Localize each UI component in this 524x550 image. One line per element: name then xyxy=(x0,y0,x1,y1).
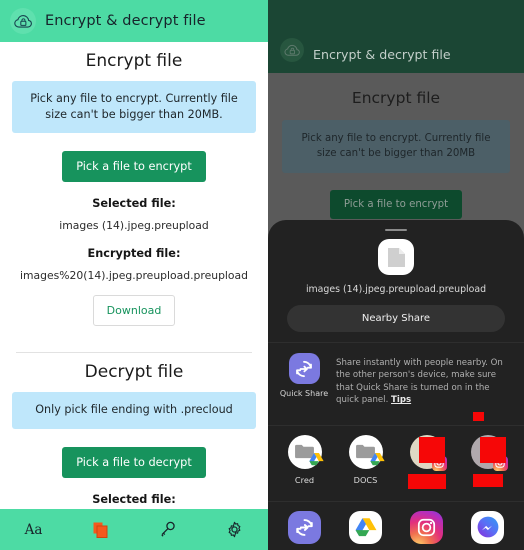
quick-share-icon xyxy=(288,510,321,544)
nav-item-settings[interactable] xyxy=(201,509,268,550)
quick-share-promo-body: Share instantly with people nearby. On t… xyxy=(336,358,503,406)
decrypt-selected-file-label: Selected file: xyxy=(92,492,176,506)
quick-share-promo-caption: Quick Share xyxy=(279,389,329,398)
share-app-messenger[interactable]: Messenger Chats xyxy=(460,510,516,550)
cloud-lock-icon xyxy=(10,8,36,34)
instagram-contact-icon xyxy=(409,434,447,471)
direct-share-targets-row: Cred DOCS xyxy=(268,426,524,489)
direct-share-target-instagram-2[interactable] xyxy=(460,434,516,487)
share-app-instagram[interactable]: Instagram Chats xyxy=(399,510,455,550)
direct-share-target-instagram-1[interactable] xyxy=(399,434,455,489)
file-copy-icon xyxy=(93,522,108,538)
encrypt-selected-file-label: Selected file: xyxy=(92,197,176,211)
app-header: Encrypt & decrypt file xyxy=(0,0,268,42)
shared-file-name: images (14).jpeg.preupload.preupload xyxy=(305,284,487,295)
nav-item-file-tool[interactable] xyxy=(67,509,134,550)
instagram-icon xyxy=(410,510,443,544)
encrypted-file-label: Encrypted file: xyxy=(87,247,181,261)
key-icon xyxy=(159,521,176,538)
decrypt-section-heading: Decrypt file xyxy=(84,362,184,383)
right-app-panel-dimmed: Encrypt & decrypt file Encrypt file Pick… xyxy=(268,0,524,550)
drag-handle[interactable] xyxy=(385,229,407,231)
encrypt-info-box: Pick any file to encrypt. Currently file… xyxy=(12,81,256,134)
nav-item-key-tool[interactable] xyxy=(134,509,201,550)
app-content: Encrypt file Pick any file to encrypt. C… xyxy=(0,51,268,528)
nav-item-text-tool[interactable]: Aa xyxy=(0,509,67,550)
share-app-quick-share[interactable]: Quick Share xyxy=(277,510,333,550)
app-title: Encrypt & decrypt file xyxy=(45,13,206,29)
bottom-navigation: Aa xyxy=(0,509,268,550)
redaction-mark xyxy=(472,473,503,487)
pick-file-to-encrypt-button[interactable]: Pick a file to encrypt xyxy=(329,189,463,219)
android-share-sheet: images (14).jpeg.preupload.preupload Nea… xyxy=(268,220,524,550)
download-button[interactable]: Download xyxy=(92,295,176,327)
pick-file-to-decrypt-button[interactable]: Pick a file to decrypt xyxy=(62,446,206,478)
screenshot-stage: Encrypt & decrypt file Encrypt file Pick… xyxy=(0,0,524,550)
document-icon xyxy=(378,239,414,275)
encrypted-file-value: images%20(14).jpeg.preupload.preupload xyxy=(20,269,248,283)
encrypt-section-heading: Encrypt file xyxy=(351,89,441,107)
encrypt-section-heading: Encrypt file xyxy=(85,51,183,71)
redaction-mark xyxy=(418,436,445,463)
direct-share-target-cred[interactable]: Cred xyxy=(277,434,333,485)
quick-share-icon xyxy=(288,353,320,384)
quick-share-promo[interactable]: Quick Share Share instantly with people … xyxy=(268,343,524,421)
quick-share-promo-icon-group: Quick Share xyxy=(279,353,329,407)
messenger-icon xyxy=(471,510,504,544)
cloud-lock-icon xyxy=(280,38,304,62)
aa-text-icon: Aa xyxy=(24,521,43,538)
redaction-mark xyxy=(473,411,484,421)
google-drive-badge-icon xyxy=(308,451,324,470)
section-divider xyxy=(16,352,252,354)
app-header-dimmed: Encrypt & decrypt file xyxy=(268,0,524,73)
nearby-share-button[interactable]: Nearby Share xyxy=(287,305,505,332)
encrypt-info-box: Pick any file to encrypt. Currently file… xyxy=(282,120,510,173)
gear-icon xyxy=(226,521,243,538)
decrypt-info-box: Only pick file ending with .precloud xyxy=(12,392,256,429)
direct-share-target-label: DOCS xyxy=(353,474,378,485)
tips-link[interactable]: Tips xyxy=(391,395,411,405)
direct-share-target-docs[interactable]: DOCS xyxy=(338,434,394,485)
direct-share-target-label: Cred xyxy=(294,474,315,485)
drive-folder-icon xyxy=(287,434,324,470)
redaction-mark xyxy=(407,473,446,489)
quick-share-promo-text: Share instantly with people nearby. On t… xyxy=(336,353,512,407)
pick-file-to-encrypt-button[interactable]: Pick a file to encrypt xyxy=(62,151,206,183)
share-app-drive[interactable]: Drive xyxy=(338,510,394,550)
shared-file-preview: images (14).jpeg.preupload.preupload xyxy=(268,239,524,295)
left-app-panel: Encrypt & decrypt file Encrypt file Pick… xyxy=(0,0,268,550)
encrypt-selected-file-value: images (14).jpeg.preupload xyxy=(59,219,209,233)
google-drive-badge-icon xyxy=(369,451,385,470)
redaction-mark xyxy=(479,436,506,463)
google-drive-icon xyxy=(349,510,382,544)
share-apps-row: Quick Share Drive xyxy=(268,502,524,550)
drive-folder-icon xyxy=(348,434,385,470)
instagram-contact-icon xyxy=(470,434,508,471)
app-title: Encrypt & decrypt file xyxy=(313,47,451,62)
